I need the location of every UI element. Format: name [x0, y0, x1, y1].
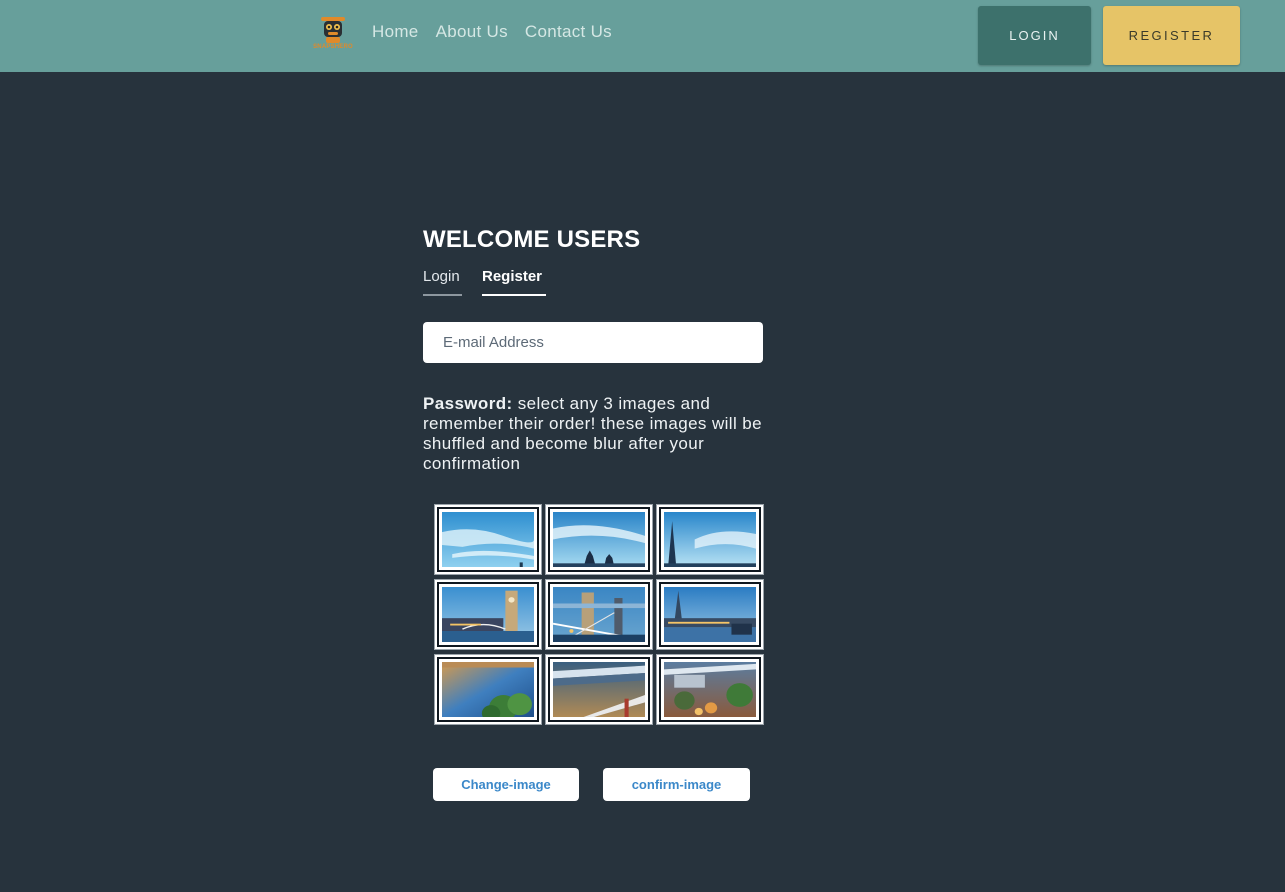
image-tile-sky-clouds[interactable] — [434, 504, 542, 575]
logo-mascot-icon — [321, 17, 345, 43]
nav-link-home[interactable]: Home — [372, 22, 419, 42]
site-logo[interactable]: SNAPSHERO — [304, 14, 362, 54]
image-password-grid — [434, 504, 766, 725]
image-tile-sky-tower-bridge-tops[interactable] — [545, 504, 653, 575]
tab-login[interactable]: Login — [423, 268, 462, 296]
password-instructions: Password: select any 3 images and rememb… — [423, 394, 768, 474]
navbar: SNAPSHERO Home About Us Contact Us LOGIN… — [0, 0, 1285, 72]
email-field[interactable] — [423, 322, 763, 363]
nav-links: Home About Us Contact Us — [372, 22, 629, 42]
password-label: Password: — [423, 394, 513, 413]
page-title: WELCOME USERS — [423, 226, 641, 253]
image-tile-bridge-river[interactable] — [545, 654, 653, 725]
image-tile-shard-riverside[interactable] — [656, 579, 764, 650]
image-tile-sky-shard[interactable] — [656, 504, 764, 575]
nav-link-contact-us[interactable]: Contact Us — [525, 22, 612, 42]
login-button[interactable]: LOGIN — [978, 6, 1091, 65]
confirm-image-button[interactable]: confirm-image — [603, 768, 750, 801]
nav-link-about-us[interactable]: About Us — [436, 22, 508, 42]
image-tile-tower-bridge-clock[interactable] — [434, 579, 542, 650]
image-tile-tower-bridge-night[interactable] — [545, 579, 653, 650]
image-tile-riverside-trees-evening[interactable] — [656, 654, 764, 725]
register-button[interactable]: REGISTER — [1103, 6, 1240, 65]
image-tile-river-trees[interactable] — [434, 654, 542, 725]
logo-text: SNAPSHERO — [313, 44, 353, 50]
change-image-button[interactable]: Change-image — [433, 768, 579, 801]
tab-register[interactable]: Register — [482, 268, 546, 296]
